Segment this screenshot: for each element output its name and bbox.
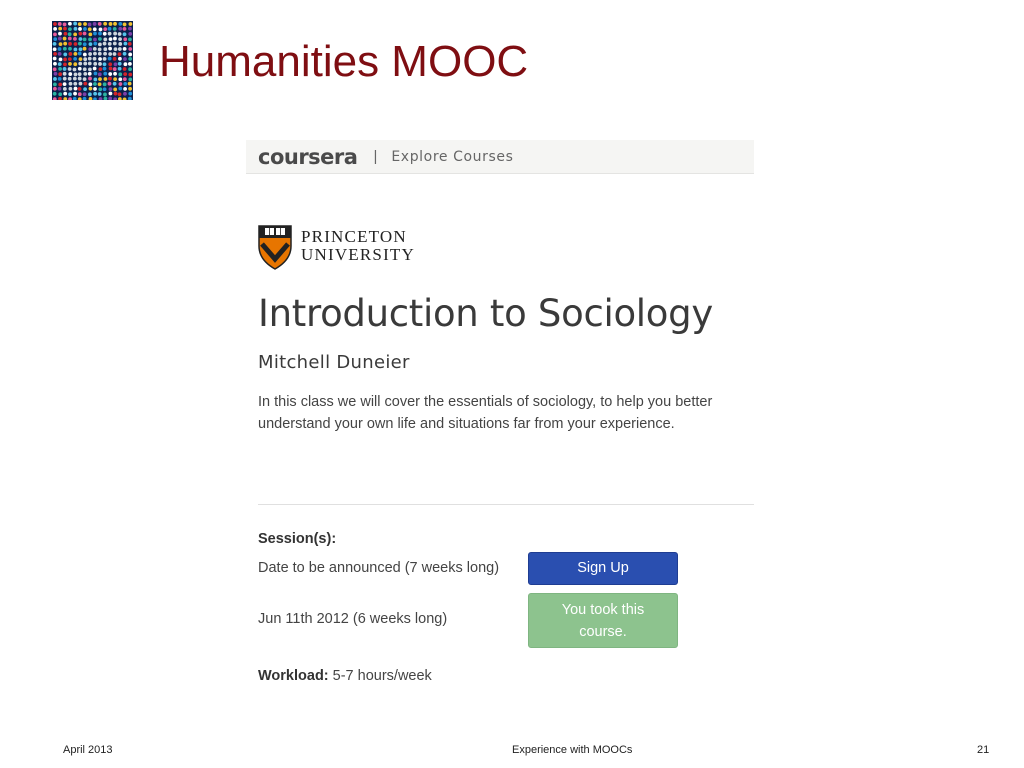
description-line2: understand your own life and situations … [258, 416, 675, 432]
course-title: Introduction to Sociology [258, 292, 713, 335]
slide-number: 21 [977, 744, 990, 756]
session-date-1: Date to be announced (7 weeks long) [258, 560, 500, 576]
coursera-course-screenshot: coursera | Explore Courses PRINCETON UNI… [246, 140, 754, 700]
sign-up-button[interactable]: Sign Up [528, 552, 678, 585]
footer-date: April 2013 [63, 744, 113, 756]
explore-courses-link[interactable]: Explore Courses [391, 149, 513, 165]
slide-title: Humanities MOOC [159, 37, 529, 86]
dolphin-artwork-icon [52, 21, 133, 100]
coursera-top-bar: coursera | Explore Courses [246, 140, 754, 174]
footer-title: Experience with MOOCs [512, 744, 633, 756]
course-description: In this class we will cover the essentia… [258, 391, 748, 435]
workload-label: Workload: [258, 668, 329, 684]
princeton-university-wordmark: PRINCETON UNIVERSITY [301, 228, 415, 264]
session-date-2: Jun 11th 2012 (6 weeks long) [258, 611, 448, 627]
princeton-shield-icon [258, 225, 292, 270]
workload-value: 5-7 hours/week [328, 668, 432, 684]
divider [258, 504, 754, 505]
you-took-this-course-badge: You took this course. [528, 593, 678, 648]
sessions-label: Session(s): [258, 531, 337, 547]
workload-info: Workload: 5-7 hours/week [258, 668, 432, 684]
coursera-logo[interactable]: coursera [258, 145, 358, 169]
university-line2: UNIVERSITY [301, 245, 415, 264]
description-line1: In this class we will cover the essentia… [258, 394, 713, 410]
instructor-name[interactable]: Mitchell Duneier [258, 352, 410, 373]
nav-separator: | [373, 148, 378, 165]
university-line1: PRINCETON [301, 227, 407, 246]
